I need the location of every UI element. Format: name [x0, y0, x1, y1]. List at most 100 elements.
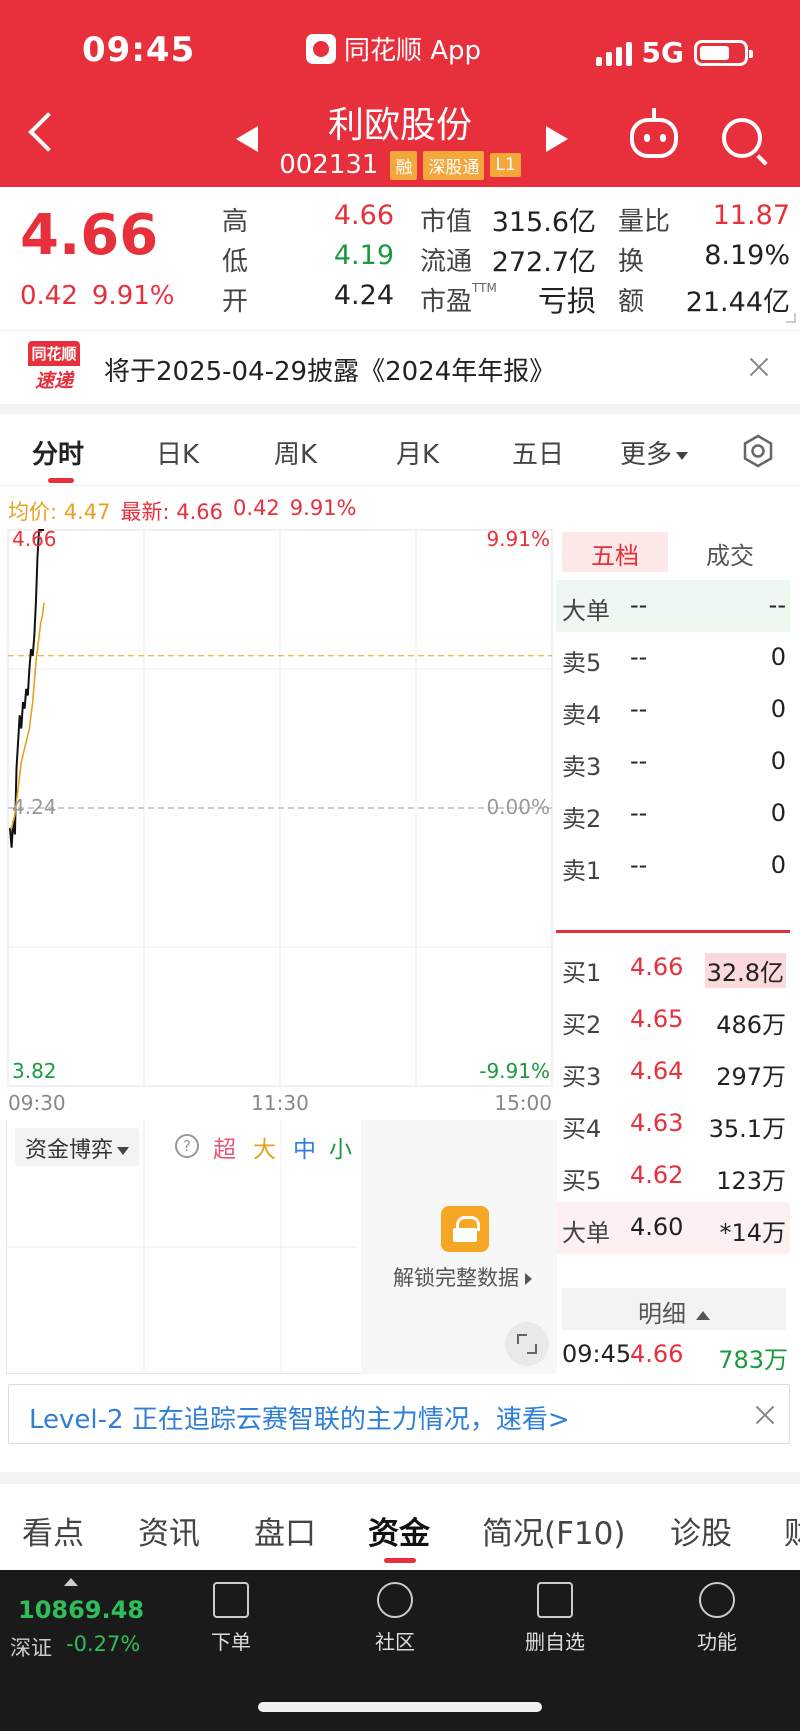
- lock-icon: [441, 1206, 489, 1252]
- value-amount: 21.44亿: [685, 287, 790, 318]
- signal-icon: [595, 40, 632, 66]
- chevron-down-icon: [676, 451, 689, 460]
- chevron-up-icon: [696, 1310, 710, 1320]
- unlock-data-link[interactable]: 解锁完整数据: [393, 1262, 532, 1292]
- order-doc-icon: [213, 1582, 249, 1618]
- index-name: 深证: [10, 1636, 52, 1660]
- chevron-right-icon: [525, 1273, 532, 1285]
- status-app-indicator: 同花顺 App: [306, 30, 481, 67]
- bid-row[interactable]: 买2 4.65 486万: [556, 994, 790, 1046]
- value-volume-ratio: 11.87: [712, 200, 790, 231]
- section-gap: [0, 1472, 800, 1484]
- tag-margin: 融: [390, 150, 418, 180]
- latest-price: 最新: 4.66: [120, 500, 224, 524]
- label-market-cap: 市值: [420, 207, 473, 237]
- tab-daily-k[interactable]: 日K: [156, 434, 199, 471]
- expand-corner-icon[interactable]: [786, 313, 796, 323]
- intraday-chart[interactable]: 4.66 4.24 3.82 9.91% 0.00% -9.91% 09:30 11:30 15…: [0, 526, 556, 1116]
- news-close-icon[interactable]: [747, 355, 771, 379]
- network-type: 5G: [641, 36, 684, 69]
- tab-intraday[interactable]: 分时: [32, 434, 84, 471]
- label-low: 低: [222, 247, 249, 277]
- fund-type-select[interactable]: 资金博弈: [15, 1128, 140, 1166]
- value-open: 4.24: [333, 280, 394, 311]
- community-button[interactable]: 社区: [350, 1582, 440, 1655]
- y-label-left: 4.24: [12, 795, 57, 819]
- level2-banner[interactable]: Level-2 正在追踪云赛智联的主力情况，速看>: [8, 1384, 790, 1444]
- functions-button[interactable]: 功能: [672, 1582, 762, 1655]
- y-label-right: -9.91%: [479, 1059, 550, 1083]
- y-label-left: 3.82: [12, 1059, 57, 1083]
- tab-five-levels[interactable]: 五档: [562, 532, 668, 572]
- next-stock-button[interactable]: [546, 126, 568, 152]
- tab-f10[interactable]: 简况(F10): [482, 1508, 625, 1553]
- tab-diagnosis[interactable]: 诊股: [670, 1508, 732, 1553]
- settings-gear-icon[interactable]: [741, 434, 775, 468]
- banner-close-icon[interactable]: [753, 1403, 777, 1427]
- bid-row[interactable]: 买3 4.64 297万: [556, 1046, 790, 1098]
- tab-news[interactable]: 资讯: [138, 1508, 200, 1553]
- stock-name: 利欧股份: [327, 105, 472, 146]
- ask-row[interactable]: 卖2 -- 0: [556, 788, 790, 840]
- tab-five-day[interactable]: 五日: [512, 434, 564, 471]
- x-label: 09:30: [8, 1091, 66, 1115]
- avg-price: 均价: 4.47: [8, 500, 111, 524]
- index-value: 10869.48: [18, 1596, 145, 1624]
- fullscreen-expand-icon[interactable]: [505, 1322, 549, 1366]
- quote-panel: 4.66 0.42 9.91% 高 4.66 低 4.19 开 4.24 市值 …: [0, 187, 800, 327]
- tab-finance[interactable]: 财: [784, 1508, 800, 1553]
- app-logo-icon: [306, 33, 336, 64]
- price-change: 0.42 9.91%: [20, 281, 175, 311]
- legend-super: 超: [213, 1137, 236, 1163]
- ask-row[interactable]: 卖3 -- 0: [556, 736, 790, 788]
- value-market-cap: 315.6亿: [491, 207, 596, 238]
- chevron-up-icon: [64, 1578, 78, 1586]
- bid-row[interactable]: 买1 4.66 32.8亿: [556, 942, 790, 994]
- detail-toggle-button[interactable]: 明细: [562, 1288, 786, 1330]
- status-time: 09:45: [82, 30, 196, 70]
- latest-change-pct: 9.91%: [289, 496, 357, 520]
- index-change: -0.27%: [66, 1632, 141, 1656]
- tag-level: L1: [490, 153, 521, 177]
- remove-watchlist-icon: [537, 1582, 573, 1618]
- value-pe: 亏损: [537, 284, 596, 318]
- active-tab-indicator: [48, 478, 74, 483]
- robot-assistant-icon[interactable]: [630, 108, 678, 158]
- y-label-right: 9.91%: [486, 527, 550, 551]
- tab-funds[interactable]: 资金: [368, 1508, 430, 1553]
- ask-row[interactable]: 卖1 -- 0: [556, 840, 790, 892]
- tab-highlights[interactable]: 看点: [22, 1508, 84, 1553]
- order-button[interactable]: 下单: [186, 1582, 276, 1655]
- bid-row[interactable]: 买4 4.63 35.1万: [556, 1098, 790, 1150]
- header: 09:45 同花顺 App 5G 利欧股份 002131 融 深股通 L1: [0, 0, 800, 187]
- news-text: 将于2025-04-29披露《2024年年报》: [104, 357, 556, 387]
- news-bar[interactable]: 同花顺 速递 将于2025-04-29披露《2024年年报》: [0, 330, 800, 402]
- chevron-down-icon: [117, 1147, 130, 1155]
- stock-code-row: 002131 融 深股通 L1: [0, 150, 800, 180]
- bid-row[interactable]: 买5 4.62 123万: [556, 1150, 790, 1202]
- legend-small: 小: [329, 1137, 352, 1163]
- tab-more[interactable]: 更多: [620, 434, 689, 471]
- search-icon[interactable]: [722, 118, 762, 158]
- community-star-icon: [377, 1582, 413, 1618]
- tab-weekly-k[interactable]: 周K: [274, 434, 317, 471]
- big-sell-row: 大单 -- --: [556, 580, 790, 632]
- chart-tabs: 分时 日K 周K 月K 五日 更多: [0, 414, 800, 486]
- order-book-tabs: 五档 成交: [556, 528, 790, 574]
- remove-watchlist-button[interactable]: 删自选: [510, 1582, 600, 1655]
- help-icon[interactable]: ?: [175, 1134, 199, 1158]
- legend-medium: 中: [293, 1137, 316, 1163]
- level2-text: Level-2 正在追踪云赛智联的主力情况，速看>: [29, 1405, 570, 1435]
- ask-row[interactable]: 卖5 -- 0: [556, 632, 790, 684]
- active-tab-indicator: [384, 1558, 416, 1563]
- tab-trades[interactable]: 成交: [706, 536, 754, 571]
- big-buy-row: 大单 4.60 *14万: [556, 1202, 790, 1254]
- functions-menu-icon: [699, 1582, 735, 1618]
- unlock-area[interactable]: 解锁完整数据: [361, 1120, 557, 1374]
- tab-monthly-k[interactable]: 月K: [396, 434, 439, 471]
- tab-market-depth[interactable]: 盘口: [254, 1508, 316, 1553]
- ask-row[interactable]: 卖4 -- 0: [556, 684, 790, 736]
- home-indicator: [258, 1702, 542, 1712]
- legend-large: 大: [253, 1137, 276, 1163]
- y-label-left: 4.66: [12, 527, 57, 551]
